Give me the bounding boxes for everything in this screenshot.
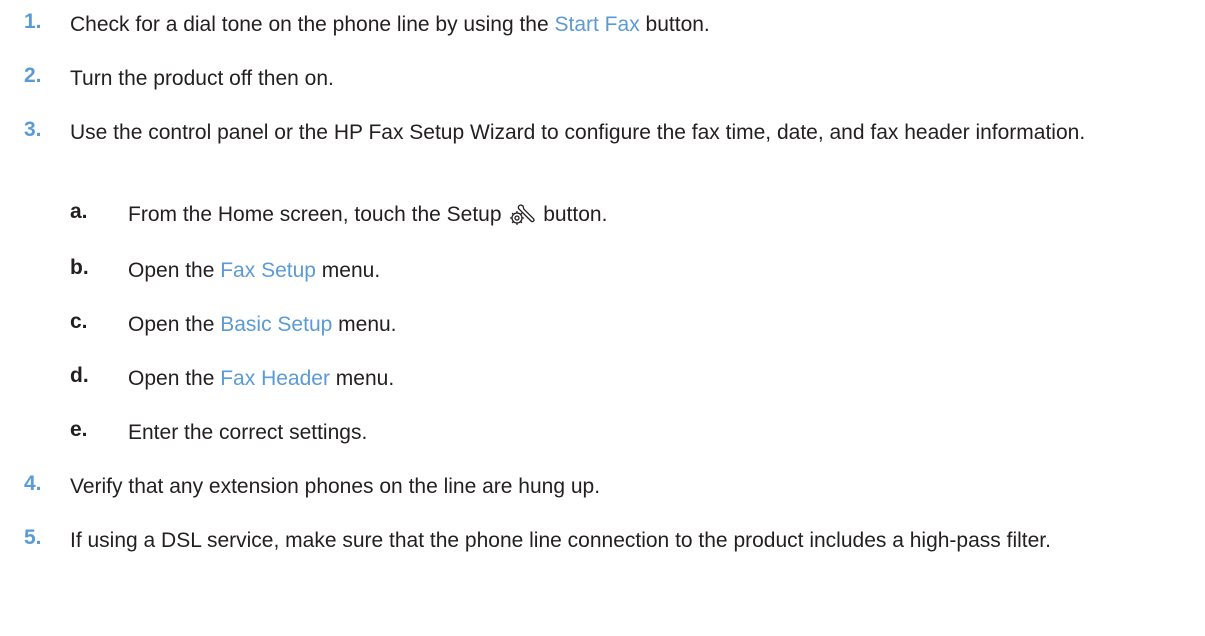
substep-letter: c. [70,310,88,333]
substep-text-pre: Open the [128,367,221,390]
step-number: 3. [24,118,42,141]
step-number: 2. [24,64,42,87]
fax-setup-menu-label: Fax Setup [220,259,316,282]
basic-setup-menu-label: Basic Setup [220,313,333,336]
substep-text: Open the Fax Setup menu. [128,256,1188,286]
substep-text-post: button. [537,203,608,226]
step-number: 5. [24,526,42,549]
substep-text: Open the Basic Setup menu. [128,310,1188,340]
setup-wrench-gear-icon [509,201,535,227]
step-text: Use the control panel or the HP Fax Setu… [70,121,1086,144]
fax-header-menu-label: Fax Header [220,367,330,390]
substep-text: From the Home screen, touch the Setup bu… [128,200,1188,230]
step-text: Turn the product off then on. [70,67,334,90]
substep-text-pre: Open the [128,313,221,336]
step-text-pre: Check for a dial tone on the phone line … [70,13,555,36]
step-text: Check for a dial tone on the phone line … [70,10,1180,40]
substep-text: Open the Fax Header menu. [128,364,1188,394]
substep-text-pre: From the Home screen, touch the Setup [128,203,508,226]
substep-letter: a. [70,200,88,223]
step-number: 1. [24,10,42,33]
substep-text-post: menu. [329,367,395,390]
step-text: Verify that any extension phones on the … [70,475,601,498]
substep-letter: e. [70,418,88,441]
substep-letter: b. [70,256,89,279]
step-text: If using a DSL service, make sure that t… [70,529,1051,552]
substep-text: Enter the correct settings. [128,421,368,444]
substep-letter: d. [70,364,89,387]
step-text-post: button. [639,13,710,36]
step-number: 4. [24,472,42,495]
substep-text-pre: Open the [128,259,221,282]
substep-text-post: menu. [332,313,397,336]
start-fax-button-label: Start Fax [554,13,640,36]
substep-text-post: menu. [315,259,381,282]
